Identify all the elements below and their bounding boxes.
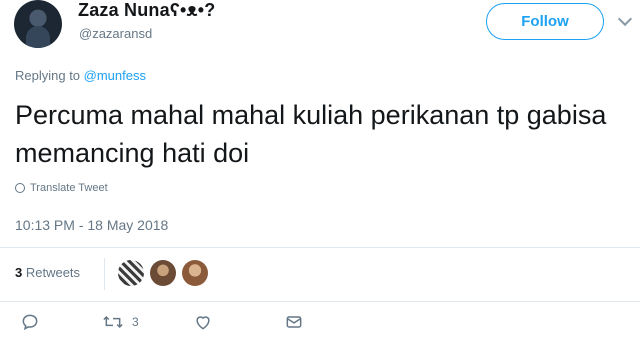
- reply-icon: [22, 314, 38, 331]
- tweet-text: Percuma mahal mahal kuliah perikanan tp …: [15, 100, 607, 168]
- tweet-card: Zaza Nunaʕ•ᴥ•? @zazaransd Follow Replyin…: [0, 0, 640, 360]
- retweeter-avatar[interactable]: [118, 260, 144, 286]
- direct-message-icon: [286, 316, 302, 328]
- chevron-down-icon[interactable]: [617, 11, 633, 27]
- translate-tweet-link[interactable]: Translate Tweet: [15, 182, 108, 194]
- retweet-count: 3: [132, 315, 139, 329]
- follow-button[interactable]: Follow: [486, 3, 604, 40]
- translate-label: Translate Tweet: [30, 182, 108, 194]
- divider: [0, 247, 640, 248]
- reply-button[interactable]: [20, 312, 40, 332]
- replying-prefix: Replying to: [15, 68, 84, 83]
- retweeter-avatar[interactable]: [150, 260, 176, 286]
- retweet-icon: [103, 315, 123, 329]
- retweets-stat[interactable]: 3 Retweets: [15, 265, 80, 280]
- direct-message-button[interactable]: [284, 312, 304, 332]
- globe-icon: [15, 183, 25, 193]
- divider: [0, 301, 640, 302]
- stat-separator: [104, 258, 105, 290]
- display-name[interactable]: Zaza Nunaʕ•ᴥ•?: [78, 0, 216, 21]
- retweets-label: Retweets: [22, 265, 81, 280]
- avatar[interactable]: [14, 0, 62, 48]
- replying-to: Replying to @munfess: [15, 68, 146, 83]
- retweeter-avatar[interactable]: [182, 260, 208, 286]
- retweet-button[interactable]: 3: [102, 312, 139, 332]
- action-bar: 3: [0, 312, 640, 342]
- timestamp[interactable]: 10:13 PM - 18 May 2018: [15, 217, 168, 233]
- like-button[interactable]: [193, 312, 213, 332]
- user-handle[interactable]: @zazaransd: [79, 26, 152, 41]
- mention-link[interactable]: @munfess: [84, 68, 146, 83]
- like-icon: [196, 316, 210, 330]
